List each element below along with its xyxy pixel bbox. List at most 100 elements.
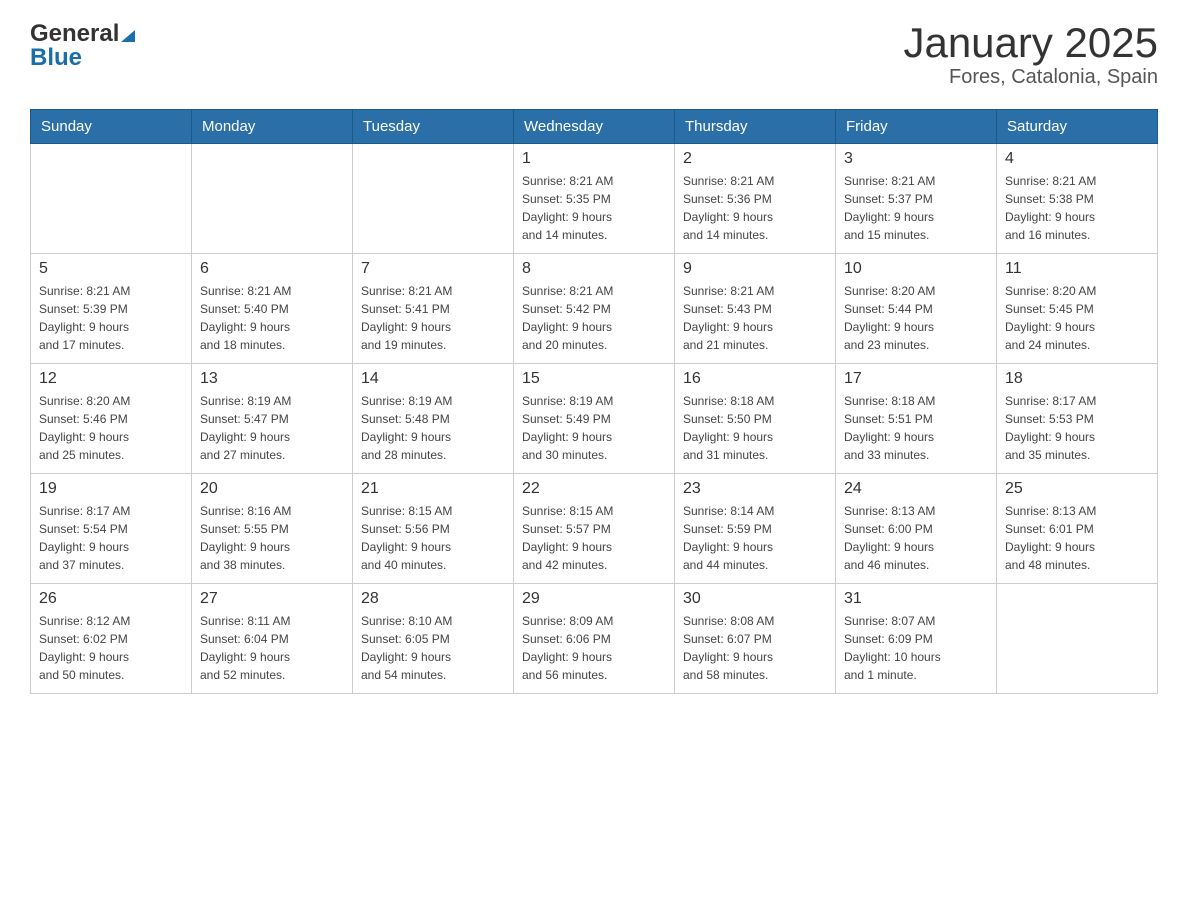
- calendar-cell: 22 Sunrise: 8:15 AMSunset: 5:57 PMDayligh…: [514, 474, 675, 584]
- calendar-cell: 28 Sunrise: 8:10 AMSunset: 6:05 PMDayligh…: [353, 584, 514, 694]
- day-info: Sunrise: 8:21 AMSunset: 5:39 PMDaylight:…: [39, 282, 183, 354]
- day-number: 1: [522, 150, 666, 168]
- day-info: Sunrise: 8:21 AMSunset: 5:37 PMDaylight:…: [844, 172, 988, 244]
- day-info: Sunrise: 8:20 AMSunset: 5:45 PMDaylight:…: [1005, 282, 1149, 354]
- day-info: Sunrise: 8:21 AMSunset: 5:42 PMDaylight:…: [522, 282, 666, 354]
- calendar-week-row: 1 Sunrise: 8:21 AMSunset: 5:35 PMDaylight…: [31, 144, 1158, 254]
- day-info: Sunrise: 8:21 AMSunset: 5:43 PMDaylight:…: [683, 282, 827, 354]
- title-block: January 2025 Fores, Catalonia, Spain: [903, 20, 1158, 89]
- day-number: 19: [39, 480, 183, 498]
- calendar-cell: 26 Sunrise: 8:12 AMSunset: 6:02 PMDayligh…: [31, 584, 192, 694]
- calendar-cell: 2 Sunrise: 8:21 AMSunset: 5:36 PMDaylight…: [675, 144, 836, 254]
- calendar-cell: 9 Sunrise: 8:21 AMSunset: 5:43 PMDaylight…: [675, 254, 836, 364]
- calendar-cell: 19 Sunrise: 8:17 AMSunset: 5:54 PMDayligh…: [31, 474, 192, 584]
- day-number: 23: [683, 480, 827, 498]
- day-info: Sunrise: 8:18 AMSunset: 5:50 PMDaylight:…: [683, 392, 827, 464]
- day-number: 31: [844, 590, 988, 608]
- weekday-header-tuesday: Tuesday: [353, 110, 514, 144]
- day-number: 22: [522, 480, 666, 498]
- day-number: 26: [39, 590, 183, 608]
- calendar-cell: 30 Sunrise: 8:08 AMSunset: 6:07 PMDayligh…: [675, 584, 836, 694]
- calendar-cell: 1 Sunrise: 8:21 AMSunset: 5:35 PMDaylight…: [514, 144, 675, 254]
- day-number: 14: [361, 370, 505, 388]
- day-info: Sunrise: 8:09 AMSunset: 6:06 PMDaylight:…: [522, 612, 666, 684]
- day-info: Sunrise: 8:14 AMSunset: 5:59 PMDaylight:…: [683, 502, 827, 574]
- day-number: 17: [844, 370, 988, 388]
- day-number: 5: [39, 260, 183, 278]
- calendar-week-row: 26 Sunrise: 8:12 AMSunset: 6:02 PMDayligh…: [31, 584, 1158, 694]
- page-title: January 2025: [903, 20, 1158, 66]
- logo-triangle-icon: [121, 28, 137, 44]
- day-info: Sunrise: 8:20 AMSunset: 5:46 PMDaylight:…: [39, 392, 183, 464]
- day-info: Sunrise: 8:15 AMSunset: 5:57 PMDaylight:…: [522, 502, 666, 574]
- calendar-cell: 6 Sunrise: 8:21 AMSunset: 5:40 PMDaylight…: [192, 254, 353, 364]
- calendar-cell: 15Sunrise: 8:19 AMSunset: 5:49 PMDayligh…: [514, 364, 675, 474]
- day-info: Sunrise: 8:21 AMSunset: 5:36 PMDaylight:…: [683, 172, 827, 244]
- calendar-cell: 12 Sunrise: 8:20 AMSunset: 5:46 PMDayligh…: [31, 364, 192, 474]
- calendar-cell: 27 Sunrise: 8:11 AMSunset: 6:04 PMDayligh…: [192, 584, 353, 694]
- day-info: Sunrise: 8:21 AMSunset: 5:38 PMDaylight:…: [1005, 172, 1149, 244]
- day-number: 20: [200, 480, 344, 498]
- day-info: Sunrise: 8:12 AMSunset: 6:02 PMDaylight:…: [39, 612, 183, 684]
- day-number: 11: [1005, 260, 1149, 278]
- weekday-header-thursday: Thursday: [675, 110, 836, 144]
- day-number: 29: [522, 590, 666, 608]
- calendar-cell: 31 Sunrise: 8:07 AMSunset: 6:09 PMDayligh…: [836, 584, 997, 694]
- day-info: Sunrise: 8:21 AMSunset: 5:35 PMDaylight:…: [522, 172, 666, 244]
- day-number: 16: [683, 370, 827, 388]
- day-info: Sunrise: 8:19 AMSunset: 5:48 PMDaylight:…: [361, 392, 505, 464]
- day-info: Sunrise: 8:13 AMSunset: 6:01 PMDaylight:…: [1005, 502, 1149, 574]
- day-number: 3: [844, 150, 988, 168]
- day-info: Sunrise: 8:20 AMSunset: 5:44 PMDaylight:…: [844, 282, 988, 354]
- day-info: Sunrise: 8:21 AMSunset: 5:41 PMDaylight:…: [361, 282, 505, 354]
- day-number: 18: [1005, 370, 1149, 388]
- day-info: Sunrise: 8:08 AMSunset: 6:07 PMDaylight:…: [683, 612, 827, 684]
- day-info: Sunrise: 8:10 AMSunset: 6:05 PMDaylight:…: [361, 612, 505, 684]
- day-info: Sunrise: 8:07 AMSunset: 6:09 PMDaylight:…: [844, 612, 988, 684]
- weekday-header-friday: Friday: [836, 110, 997, 144]
- day-number: 2: [683, 150, 827, 168]
- calendar-cell: 25Sunrise: 8:13 AMSunset: 6:01 PMDayligh…: [997, 474, 1158, 584]
- day-info: Sunrise: 8:17 AMSunset: 5:54 PMDaylight:…: [39, 502, 183, 574]
- day-number: 7: [361, 260, 505, 278]
- day-info: Sunrise: 8:21 AMSunset: 5:40 PMDaylight:…: [200, 282, 344, 354]
- calendar-week-row: 12 Sunrise: 8:20 AMSunset: 5:46 PMDayligh…: [31, 364, 1158, 474]
- logo: General Blue: [30, 20, 137, 72]
- day-number: 6: [200, 260, 344, 278]
- day-number: 12: [39, 370, 183, 388]
- calendar-cell: 13Sunrise: 8:19 AMSunset: 5:47 PMDayligh…: [192, 364, 353, 474]
- calendar-week-row: 5 Sunrise: 8:21 AMSunset: 5:39 PMDaylight…: [31, 254, 1158, 364]
- calendar-cell: [353, 144, 514, 254]
- weekday-header-saturday: Saturday: [997, 110, 1158, 144]
- calendar-cell: 7 Sunrise: 8:21 AMSunset: 5:41 PMDaylight…: [353, 254, 514, 364]
- calendar-cell: 21Sunrise: 8:15 AMSunset: 5:56 PMDayligh…: [353, 474, 514, 584]
- day-number: 13: [200, 370, 344, 388]
- calendar-cell: 5 Sunrise: 8:21 AMSunset: 5:39 PMDaylight…: [31, 254, 192, 364]
- page-subtitle: Fores, Catalonia, Spain: [903, 66, 1158, 89]
- calendar-cell: [997, 584, 1158, 694]
- day-info: Sunrise: 8:17 AMSunset: 5:53 PMDaylight:…: [1005, 392, 1149, 464]
- day-number: 27: [200, 590, 344, 608]
- calendar-cell: 10Sunrise: 8:20 AMSunset: 5:44 PMDayligh…: [836, 254, 997, 364]
- calendar-cell: 23 Sunrise: 8:14 AMSunset: 5:59 PMDayligh…: [675, 474, 836, 584]
- logo-blue: Blue: [30, 44, 82, 72]
- calendar-cell: 14 Sunrise: 8:19 AMSunset: 5:48 PMDayligh…: [353, 364, 514, 474]
- day-info: Sunrise: 8:18 AMSunset: 5:51 PMDaylight:…: [844, 392, 988, 464]
- weekday-header-wednesday: Wednesday: [514, 110, 675, 144]
- day-number: 28: [361, 590, 505, 608]
- calendar-cell: 17 Sunrise: 8:18 AMSunset: 5:51 PMDayligh…: [836, 364, 997, 474]
- day-info: Sunrise: 8:16 AMSunset: 5:55 PMDaylight:…: [200, 502, 344, 574]
- day-number: 8: [522, 260, 666, 278]
- day-number: 9: [683, 260, 827, 278]
- page-header: General Blue January 2025 Fores, Catalon…: [30, 20, 1158, 89]
- calendar-cell: 4Sunrise: 8:21 AMSunset: 5:38 PMDaylight…: [997, 144, 1158, 254]
- day-info: Sunrise: 8:11 AMSunset: 6:04 PMDaylight:…: [200, 612, 344, 684]
- calendar-cell: [31, 144, 192, 254]
- day-number: 21: [361, 480, 505, 498]
- day-number: 30: [683, 590, 827, 608]
- calendar-week-row: 19 Sunrise: 8:17 AMSunset: 5:54 PMDayligh…: [31, 474, 1158, 584]
- weekday-header-sunday: Sunday: [31, 110, 192, 144]
- calendar-cell: 11 Sunrise: 8:20 AMSunset: 5:45 PMDayligh…: [997, 254, 1158, 364]
- calendar-table: SundayMondayTuesdayWednesdayThursdayFrid…: [30, 109, 1158, 694]
- calendar-cell: 3 Sunrise: 8:21 AMSunset: 5:37 PMDaylight…: [836, 144, 997, 254]
